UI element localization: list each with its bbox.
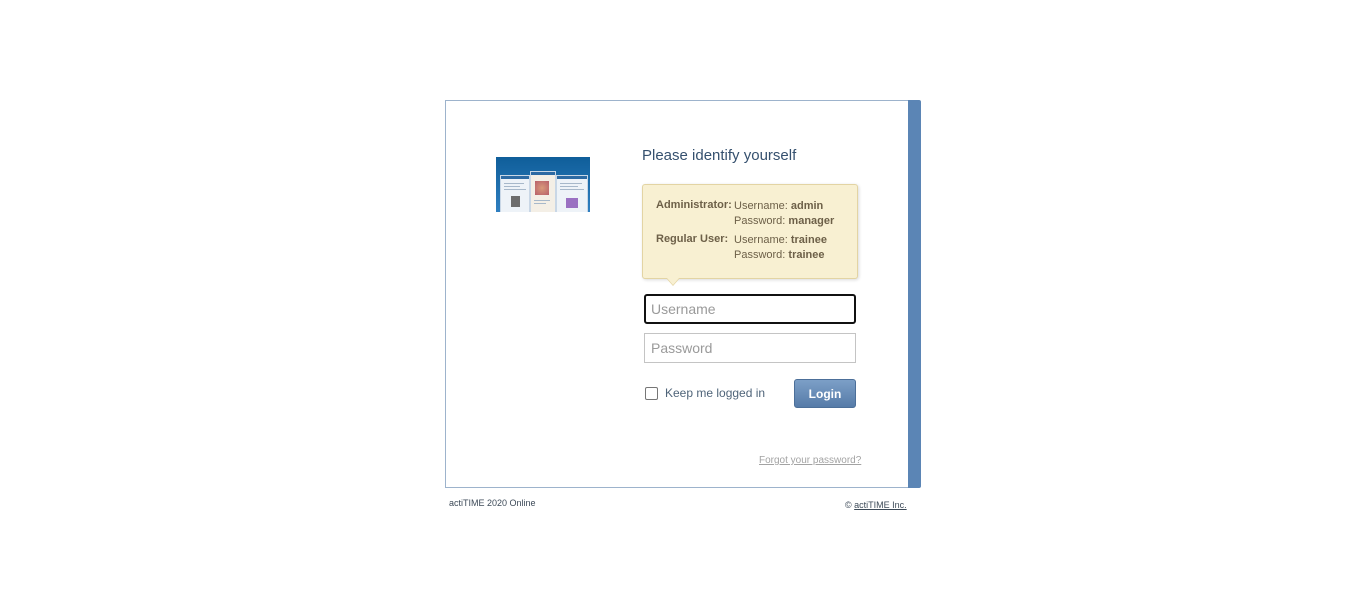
keep-logged-in-label: Keep me logged in bbox=[665, 386, 766, 400]
company-link[interactable]: actiTIME Inc. bbox=[854, 500, 907, 510]
hint-user-username-label: Username: bbox=[734, 234, 788, 246]
copyright-icon: © bbox=[845, 500, 852, 510]
page-title: Please identify yourself bbox=[642, 147, 797, 164]
forgot-password-link[interactable]: Forgot your password? bbox=[759, 455, 861, 466]
hint-user-role: Regular User: bbox=[656, 233, 729, 245]
checkbox-icon[interactable] bbox=[645, 386, 658, 400]
hint-admin-username: admin bbox=[790, 200, 824, 212]
hint-admin-password-label: Password: bbox=[734, 215, 786, 227]
hint-admin-password: manager bbox=[788, 215, 835, 227]
hint-user-username: trainee bbox=[790, 234, 827, 246]
keep-logged-in-checkbox[interactable]: Keep me logged in bbox=[645, 386, 765, 400]
hint-user-password-label: Password: bbox=[734, 249, 786, 261]
hint-admin-username-label: Username: bbox=[734, 200, 788, 212]
hint-user-password: trainee bbox=[788, 249, 825, 261]
product-version: actiTIME 2020 Online bbox=[449, 498, 536, 508]
login-button[interactable]: Login bbox=[794, 379, 856, 408]
product-screenshot-image bbox=[496, 157, 590, 212]
credentials-hint: Administrator: Username: admin Password:… bbox=[642, 184, 858, 286]
username-input[interactable] bbox=[644, 294, 856, 324]
password-input[interactable] bbox=[644, 333, 856, 363]
copyright: © actiTIME Inc. bbox=[845, 500, 907, 510]
hint-admin-role: Administrator: bbox=[656, 199, 732, 211]
card-side-bar bbox=[908, 100, 921, 488]
